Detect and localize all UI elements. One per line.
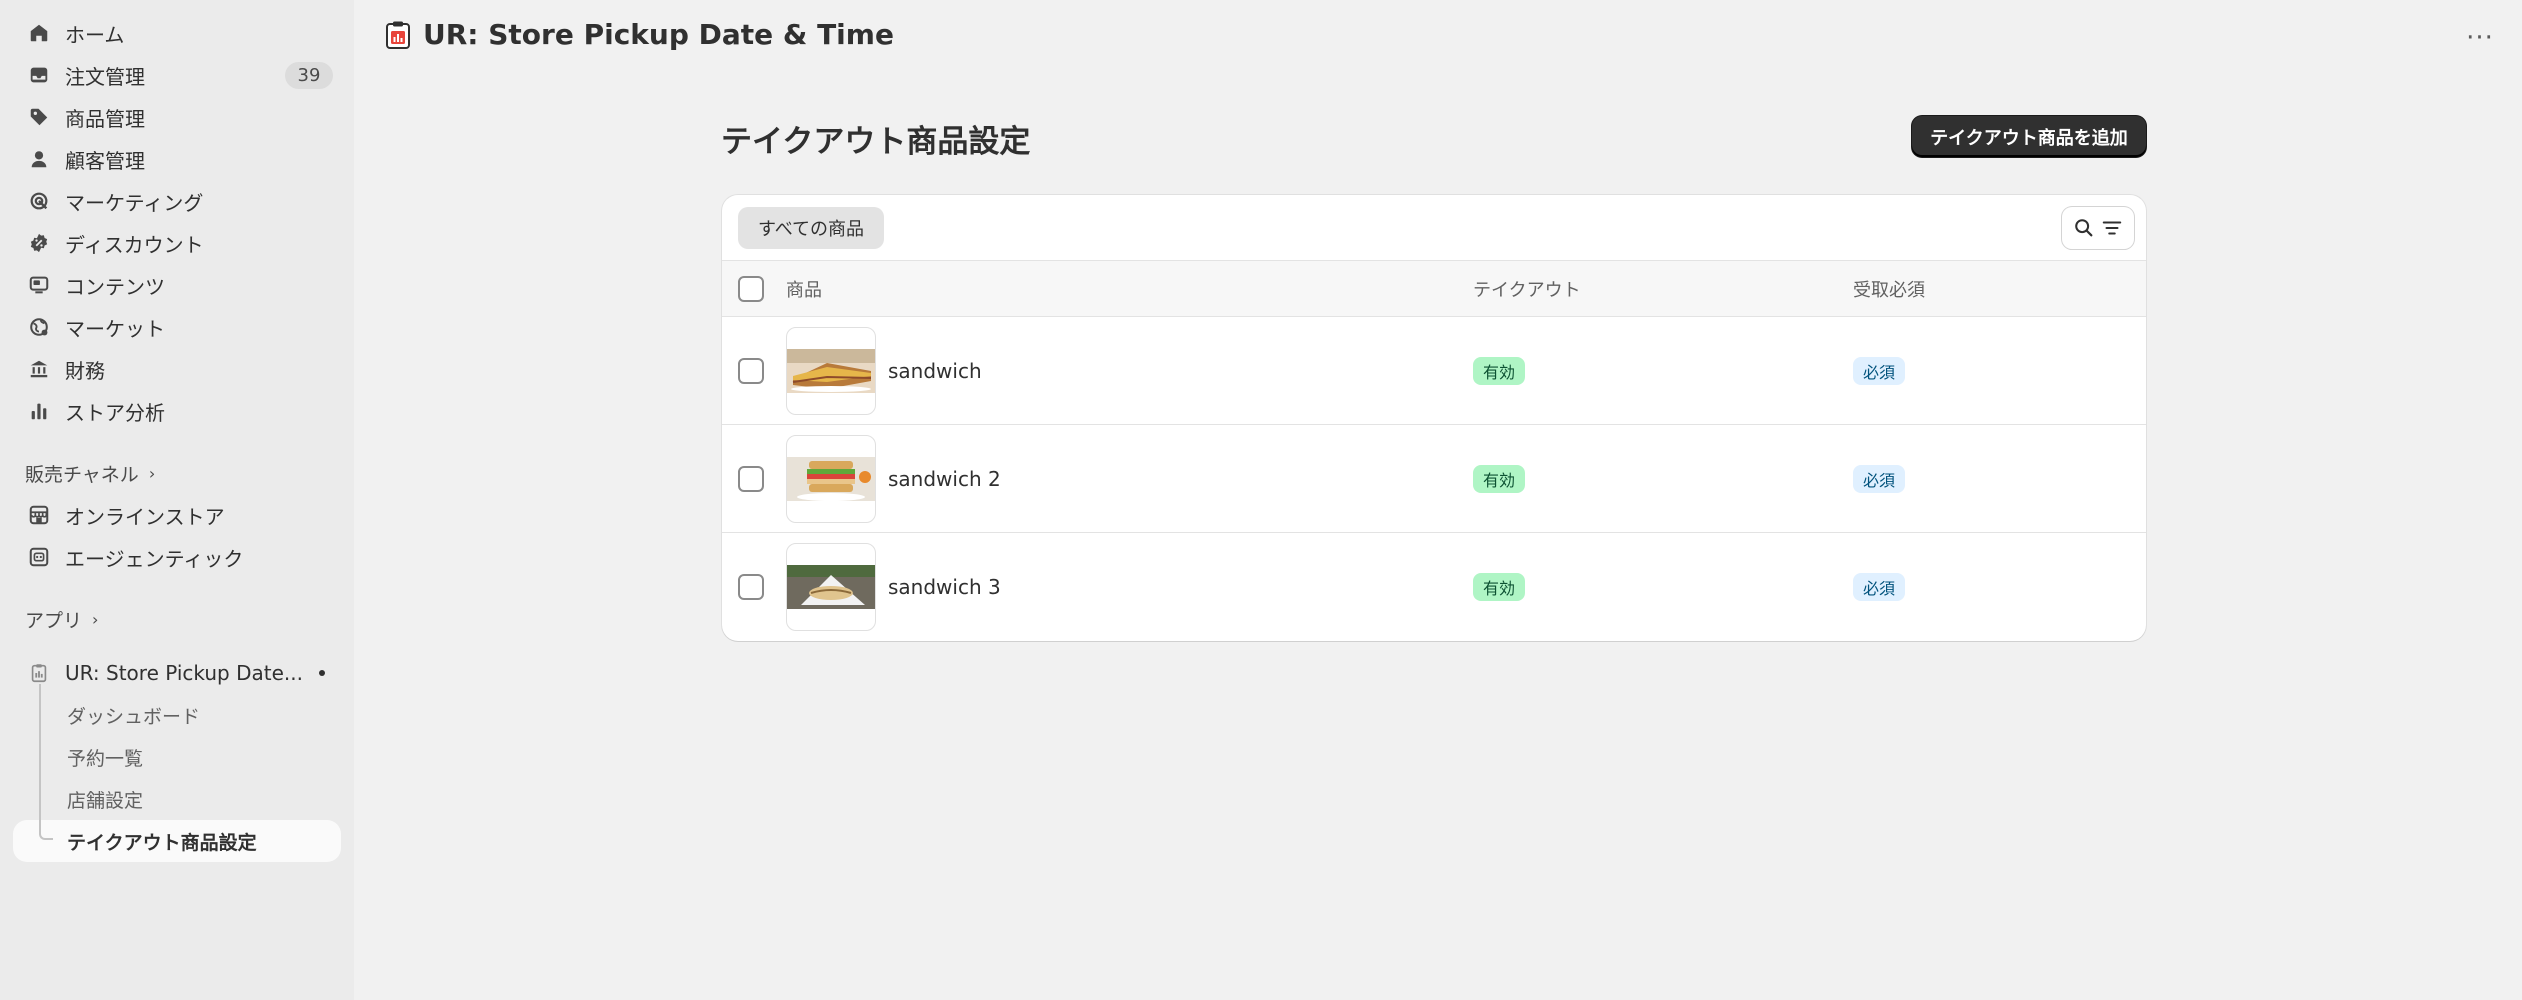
chart-icon bbox=[27, 399, 51, 423]
app-title: UR: Store Pickup Date & Time bbox=[423, 18, 894, 51]
sidebar-subitem-takeout-settings[interactable]: テイクアウト商品設定 bbox=[13, 820, 341, 862]
clipboard-icon bbox=[386, 21, 410, 49]
row-checkbox[interactable] bbox=[738, 358, 764, 384]
person-icon bbox=[27, 147, 51, 171]
bank-icon bbox=[27, 357, 51, 381]
product-name[interactable]: sandwich 2 bbox=[888, 425, 1001, 533]
sidebar-item-label: エージェンティック bbox=[65, 546, 244, 571]
search-icon bbox=[2075, 219, 2093, 237]
sidebar-item-products[interactable]: 商品管理 bbox=[13, 96, 341, 138]
tag-icon bbox=[27, 105, 51, 129]
chevron-right-icon: › bbox=[148, 463, 156, 483]
store-icon bbox=[27, 503, 51, 527]
sidebar-item-customers[interactable]: 顧客管理 bbox=[13, 138, 341, 180]
column-header-takeout[interactable]: テイクアウト bbox=[1473, 261, 1581, 317]
robot-icon bbox=[27, 545, 51, 569]
sidebar-item-agentic[interactable]: エージェンティック bbox=[13, 536, 341, 578]
sidebar-item-home[interactable]: ホーム bbox=[13, 12, 341, 54]
more-icon: ··· bbox=[2466, 23, 2494, 53]
more-actions-button[interactable]: ··· bbox=[2458, 18, 2502, 58]
sidebar-item-content[interactable]: コンテンツ bbox=[13, 264, 341, 306]
sidebar-item-label: ディスカウント bbox=[65, 232, 204, 257]
sidebar-item-label: マーケット bbox=[65, 316, 165, 341]
sidebar-subitem-label: 店舗設定 bbox=[67, 789, 144, 812]
table-row[interactable]: sandwich 2 有効 必須 bbox=[722, 425, 2146, 533]
table-row[interactable]: sandwich 有効 必須 bbox=[722, 317, 2146, 425]
table-row[interactable]: sandwich 3 有効 必須 bbox=[722, 533, 2146, 641]
sales-channels-header[interactable]: 販売チャネル › bbox=[13, 452, 341, 494]
sidebar: ホーム 注文管理 39 商品管理 顧客管理 マーケティング ディスカウント コン… bbox=[0, 0, 354, 1000]
sidebar-item-label: マーケティング bbox=[65, 190, 204, 215]
sidebar-subitem-label: テイクアウト商品設定 bbox=[67, 831, 257, 854]
sidebar-item-label: 商品管理 bbox=[65, 106, 145, 131]
sidebar-subitem-store-settings[interactable]: 店舗設定 bbox=[13, 778, 341, 820]
sales-channels-label: 販売チャネル bbox=[25, 463, 139, 486]
required-badge: 必須 bbox=[1853, 465, 1906, 493]
row-checkbox[interactable] bbox=[738, 466, 764, 492]
search-filter-button[interactable] bbox=[2062, 207, 2134, 249]
card-toolbar: すべての商品 bbox=[722, 195, 2146, 261]
sidebar-item-app[interactable]: UR: Store Pickup Date... bbox=[13, 652, 341, 694]
product-name[interactable]: sandwich 3 bbox=[888, 533, 1001, 641]
takeout-status-badge: 有効 bbox=[1473, 465, 1526, 493]
target-icon bbox=[27, 189, 51, 213]
globe-icon bbox=[27, 315, 51, 339]
add-takeout-product-button[interactable]: テイクアウト商品を追加 bbox=[1912, 116, 2146, 157]
apps-header[interactable]: アプリ › bbox=[13, 598, 341, 640]
sidebar-item-discounts[interactable]: ディスカウント bbox=[13, 222, 341, 264]
sidebar-item-markets[interactable]: マーケット bbox=[13, 306, 341, 348]
chevron-right-icon: › bbox=[92, 609, 99, 629]
tree-line bbox=[39, 684, 41, 832]
filter-icon bbox=[2102, 221, 2122, 235]
sidebar-item-orders[interactable]: 注文管理 39 bbox=[13, 54, 341, 96]
sidebar-item-label: 顧客管理 bbox=[65, 148, 145, 173]
orders-count-badge: 39 bbox=[285, 62, 333, 89]
column-header-required[interactable]: 受取必須 bbox=[1853, 261, 1925, 317]
clipboard-icon bbox=[27, 661, 51, 685]
product-name[interactable]: sandwich bbox=[888, 317, 982, 425]
sidebar-item-label: 財務 bbox=[65, 358, 105, 383]
apps-label: アプリ bbox=[25, 609, 83, 632]
sidebar-subitem-label: ダッシュボード bbox=[67, 705, 201, 728]
home-icon bbox=[27, 21, 51, 45]
sidebar-subitem-dashboard[interactable]: ダッシュボード bbox=[13, 694, 341, 736]
sidebar-subitem-reservations[interactable]: 予約一覧 bbox=[13, 736, 341, 778]
sidebar-item-online-store[interactable]: オンラインストア bbox=[13, 494, 341, 536]
sidebar-item-label: 注文管理 bbox=[65, 64, 145, 89]
products-card: すべての商品 商品 テイクアウト 受取必須 sandwich 有効 必須 san… bbox=[722, 195, 2146, 641]
sidebar-item-label: ホーム bbox=[65, 22, 125, 47]
discount-icon bbox=[27, 231, 51, 255]
required-badge: 必須 bbox=[1853, 357, 1906, 385]
sidebar-item-label: ストア分析 bbox=[65, 400, 165, 425]
sidebar-item-label: コンテンツ bbox=[65, 274, 165, 299]
column-header-product: 商品 bbox=[786, 280, 822, 301]
sidebar-item-marketing[interactable]: マーケティング bbox=[13, 180, 341, 222]
required-badge: 必須 bbox=[1853, 573, 1906, 601]
content-icon bbox=[27, 273, 51, 297]
table-header: 商品 テイクアウト 受取必須 bbox=[722, 261, 2146, 317]
tree-arrow-icon bbox=[39, 830, 53, 840]
sidebar-item-finance[interactable]: 財務 bbox=[13, 348, 341, 390]
takeout-status-badge: 有効 bbox=[1473, 357, 1526, 385]
tab-all-products[interactable]: すべての商品 bbox=[738, 207, 885, 249]
sidebar-item-label: UR: Store Pickup Date... bbox=[65, 661, 303, 685]
app-title-bar: UR: Store Pickup Date & Time bbox=[385, 18, 894, 51]
takeout-status-badge: 有効 bbox=[1473, 573, 1526, 601]
inbox-icon bbox=[27, 63, 51, 87]
product-thumbnail bbox=[786, 327, 876, 415]
product-thumbnail bbox=[786, 435, 876, 523]
product-thumbnail bbox=[786, 543, 876, 631]
sidebar-item-label: オンラインストア bbox=[65, 504, 225, 529]
select-all-checkbox[interactable] bbox=[738, 276, 764, 302]
page-title: テイクアウト商品設定 bbox=[721, 124, 1031, 160]
status-dot bbox=[319, 670, 325, 676]
sidebar-item-analytics[interactable]: ストア分析 bbox=[13, 390, 341, 432]
row-checkbox[interactable] bbox=[738, 574, 764, 600]
sidebar-subitem-label: 予約一覧 bbox=[67, 747, 144, 770]
